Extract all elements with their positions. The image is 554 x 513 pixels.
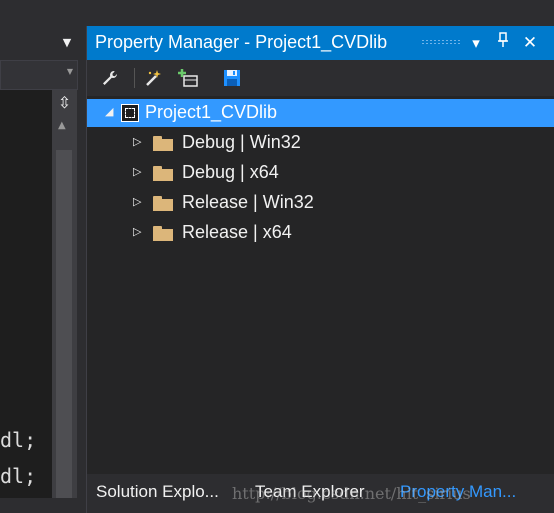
auto-hide-pin-icon[interactable] xyxy=(492,31,514,55)
tree-item-label: Debug | Win32 xyxy=(182,132,301,152)
tree-item-config[interactable]: ▷ Release | x64 xyxy=(87,219,554,247)
tree-item-config[interactable]: ▷ Debug | Win32 xyxy=(87,129,554,157)
property-tree: ◢ Project1_CVDlib ▷ Debug | Win32 ▷ Debu… xyxy=(87,96,554,474)
save-icon[interactable] xyxy=(221,67,243,89)
collapsed-triangle-icon[interactable]: ▷ xyxy=(133,165,141,178)
panel-titlebar[interactable]: Property Manager - Project1_CVDlib ▾ ✕ xyxy=(87,26,554,60)
split-handle-icon[interactable]: ⇳ xyxy=(55,92,74,114)
tree-item-project[interactable]: ◢ Project1_CVDlib xyxy=(87,99,554,127)
window-menu-dropdown-icon[interactable]: ▾ xyxy=(465,31,487,55)
toolbar-separator xyxy=(134,68,135,88)
window-position-dropdown-icon[interactable]: ▼ xyxy=(58,34,76,52)
scrollbar-thumb[interactable] xyxy=(56,150,72,513)
code-line: dl; xyxy=(0,428,37,452)
tree-item-config[interactable]: ▷ Debug | x64 xyxy=(87,159,554,187)
add-sheet-icon[interactable] xyxy=(177,67,199,89)
expanded-triangle-icon[interactable]: ◢ xyxy=(105,105,113,118)
chevron-down-icon[interactable]: ▼ xyxy=(67,67,73,76)
folder-icon xyxy=(153,136,173,151)
tree-item-label: Project1_CVDlib xyxy=(145,102,278,122)
watermark-text: http://blog.csdn.net/hit_sirius xyxy=(232,484,471,503)
left-bottom-strip xyxy=(0,498,86,513)
collapsed-triangle-icon[interactable]: ▷ xyxy=(133,225,141,238)
project-icon xyxy=(121,104,139,122)
tree-item-label: Release | x64 xyxy=(182,222,292,242)
scroll-up-icon[interactable]: ▲ xyxy=(58,120,66,131)
wand-icon[interactable] xyxy=(143,67,165,89)
navigation-combo[interactable]: ▼ xyxy=(0,60,78,90)
wrench-icon[interactable] xyxy=(99,67,121,89)
tree-item-config[interactable]: ▷ Release | Win32 xyxy=(87,189,554,217)
panel-title: Property Manager - Project1_CVDlib xyxy=(95,32,388,52)
collapsed-triangle-icon[interactable]: ▷ xyxy=(133,195,141,208)
editor-vertical-scrollbar[interactable]: ⇳ ▲ xyxy=(52,90,77,513)
code-editor[interactable]: dl; dl; xyxy=(0,90,52,513)
tree-item-label: Release | Win32 xyxy=(182,192,314,212)
folder-icon xyxy=(153,196,173,211)
collapsed-triangle-icon[interactable]: ▷ xyxy=(133,135,141,148)
code-line: dl; xyxy=(0,464,37,488)
close-icon[interactable]: ✕ xyxy=(519,31,541,55)
tree-item-label: Debug | x64 xyxy=(182,162,279,182)
drag-grip[interactable] xyxy=(421,39,461,45)
folder-icon xyxy=(153,226,173,241)
panel-toolbar xyxy=(87,60,554,96)
property-manager-panel: Property Manager - Project1_CVDlib ▾ ✕ ◢… xyxy=(86,26,554,513)
tab-solution-explorer[interactable]: Solution Explo... xyxy=(96,482,219,502)
folder-icon xyxy=(153,166,173,181)
